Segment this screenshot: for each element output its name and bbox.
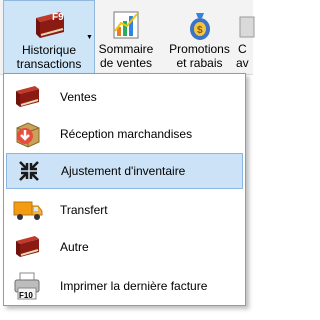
historique-dropdown-menu: Ventes Réception marchandises Ajustement… (3, 73, 246, 306)
partial-label-line1: C (238, 42, 247, 56)
book-icon (8, 79, 48, 115)
menu-item-label: Réception marchandises (60, 127, 193, 141)
ribbon-toolbar: F9 Historique transactions ▼ Sommaire de… (0, 0, 255, 75)
historique-transactions-button[interactable]: F9 Historique transactions ▼ (3, 0, 95, 74)
partial-label: C av (236, 42, 249, 70)
sommaire-de-ventes-button[interactable]: Sommaire de ventes (95, 0, 157, 72)
printer-icon: F10 (8, 268, 48, 304)
sommaire-label-line2: de ventes (99, 56, 153, 70)
f9-shortcut-label: F9 (52, 12, 64, 23)
dropdown-arrow-icon[interactable]: ▼ (86, 34, 93, 41)
menu-item-label: Imprimer la dernière facture (60, 279, 208, 293)
chart-icon (111, 7, 141, 41)
promotions-label: Promotions et rabais (169, 42, 230, 70)
menu-item-autre[interactable]: Autre (6, 229, 243, 265)
promotions-et-rabais-button[interactable]: $ Promotions et rabais (162, 0, 237, 72)
f10-shortcut-label: F10 (19, 291, 33, 300)
historique-label: Historique transactions (17, 43, 82, 71)
box-download-icon (8, 116, 48, 152)
sommaire-label: Sommaire de ventes (99, 42, 154, 70)
sommaire-label-line1: Sommaire (98, 42, 154, 56)
money-bag-icon: $ (185, 7, 215, 41)
svg-text:$: $ (197, 25, 203, 36)
compress-arrows-icon (9, 153, 49, 189)
menu-item-label: Ventes (60, 90, 97, 104)
menu-item-ajustement-inventaire[interactable]: Ajustement d'inventaire (6, 153, 243, 189)
promotions-label-line1: Promotions (169, 42, 230, 56)
book-icon (8, 229, 48, 265)
historique-label-line2: transactions (16, 57, 82, 71)
promotions-label-line2: et rabais (176, 56, 223, 70)
menu-item-reception-marchandises[interactable]: Réception marchandises (6, 116, 243, 152)
partial-label-line2: av (236, 56, 249, 70)
menu-item-label: Ajustement d'inventaire (61, 164, 186, 178)
menu-item-label: Transfert (60, 203, 108, 217)
menu-item-imprimer-derniere-facture[interactable]: F10 Imprimer la dernière facture (6, 268, 243, 304)
partial-ribbon-button[interactable]: C av (236, 0, 266, 72)
partial-icon (236, 7, 256, 41)
menu-item-ventes[interactable]: Ventes (6, 79, 243, 115)
historique-label-line1: Historique (21, 43, 76, 57)
menu-item-label: Autre (60, 240, 89, 254)
truck-icon (8, 192, 48, 228)
menu-item-transfert[interactable]: Transfert (6, 192, 243, 228)
book-icon: F9 (30, 8, 68, 42)
